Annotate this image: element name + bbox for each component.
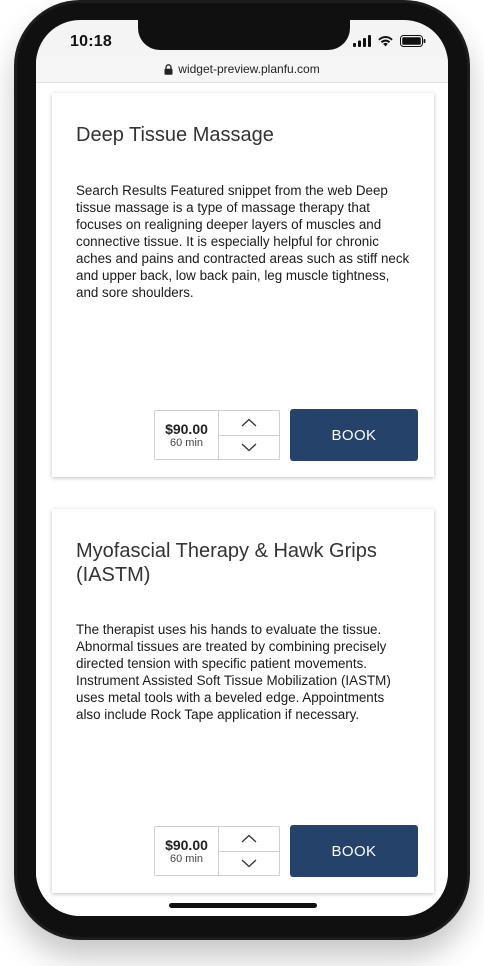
book-button[interactable]: BOOK [290,825,418,877]
price-selector: $90.00 60 min [154,826,280,876]
service-card: Myofascial Therapy & Hawk Grips (IASTM) … [52,509,434,893]
increment-button[interactable] [219,827,279,852]
decrement-button[interactable] [219,436,279,460]
chevron-down-icon [241,859,257,868]
battery-icon [400,35,426,47]
price-label: $90.00 [165,420,208,437]
service-description: The therapist uses his hands to evaluate… [76,622,391,722]
chevron-up-icon [241,418,257,427]
price-box: $90.00 60 min [155,827,219,875]
phone-frame: 10:18 widget-preview.planfu.com Deep Tis… [14,0,470,940]
book-button[interactable]: BOOK [290,409,418,461]
signal-icon [353,35,371,47]
lock-icon [164,63,173,75]
chevron-up-icon [241,834,257,843]
price-label: $90.00 [165,836,208,853]
decrement-button[interactable] [219,852,279,876]
service-description: Search Results Featured snippet from the… [76,183,410,300]
price-selector: $90.00 60 min [154,410,280,460]
wifi-icon [378,36,393,47]
service-list: Deep Tissue Massage Search Results Featu… [36,83,448,916]
duration-label: 60 min [169,436,204,449]
home-indicator[interactable] [169,903,317,908]
price-box: $90.00 60 min [155,411,219,459]
url-text: widget-preview.planfu.com [178,62,320,76]
chevron-down-icon [241,443,257,452]
phone-screen: 10:18 widget-preview.planfu.com Deep Tis… [36,20,448,916]
service-title: Myofascial Therapy & Hawk Grips (IASTM) [76,540,377,586]
increment-button[interactable] [219,411,279,436]
duration-label: 60 min [169,852,204,865]
notch [138,20,350,50]
duration-stepper [219,827,279,875]
service-card: Deep Tissue Massage Search Results Featu… [52,93,434,477]
status-time: 10:18 [70,33,112,50]
status-icons [353,35,426,47]
duration-stepper [219,411,279,459]
service-title: Deep Tissue Massage [76,124,274,146]
